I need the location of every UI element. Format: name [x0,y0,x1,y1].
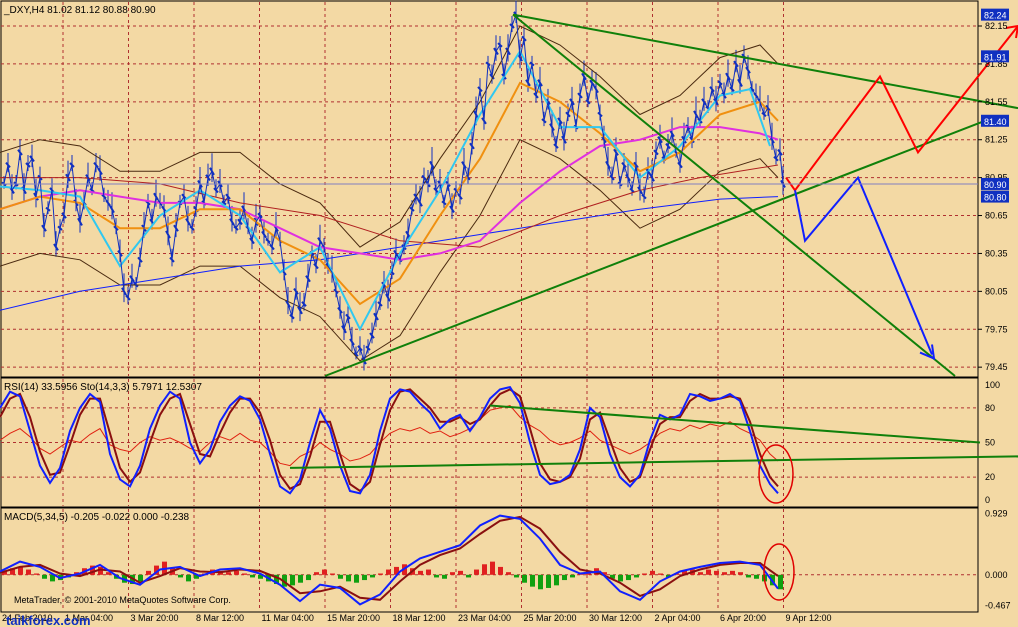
macd-histogram-bar [370,574,375,578]
time-axis-label: 2 Apr 04:00 [655,613,701,623]
macd-header: MACD(5,34,5) -0.205 -0.022 0.000 -0.238 [4,512,190,523]
macd-histogram-bar [186,574,191,582]
price-label-text: 81.91 [984,52,1007,62]
macd-histogram-bar [42,574,47,579]
price-label-text: 81.40 [984,117,1007,127]
macd-histogram-bar [546,574,551,588]
macd-histogram-bar [458,570,463,575]
price-axis-label: 80.05 [985,286,1008,296]
macd-axis-label: 0.000 [985,570,1008,580]
watermark-text: taikforex.com [6,613,91,627]
macd-histogram-bar [306,574,311,581]
macd-histogram-bar [290,574,295,586]
macd-histogram-bar [714,570,719,575]
macd-histogram-bar [650,570,655,575]
macd-histogram-bar [730,570,735,575]
price-axis-label: 82.15 [985,21,1008,31]
macd-histogram-bar [346,574,351,582]
copyright-text: MetaTrader, © 2001-2010 MetaQuotes Softw… [14,595,231,605]
macd-histogram-bar [642,573,647,575]
macd-histogram-bar [538,574,543,590]
background [0,0,1018,627]
macd-histogram-bar [514,574,519,578]
price-axis-label: 81.55 [985,97,1008,107]
price-axis-label: 79.45 [985,362,1008,372]
macd-histogram-bar [706,569,711,575]
macd-histogram-bar [338,574,343,579]
macd-histogram-bar [482,564,487,575]
macd-histogram-bar [722,572,727,575]
price-label-text: 80.80 [984,193,1007,203]
macd-histogram-bar [418,570,423,575]
time-axis-label: 25 Mar 20:00 [524,613,577,623]
time-axis-label: 30 Mar 12:00 [589,613,642,623]
macd-axis-label: -0.467 [985,601,1011,611]
macd-histogram-bar [506,572,511,575]
macd-histogram-bar [26,569,31,575]
macd-histogram-bar [474,569,479,575]
price-axis-label: 80.35 [985,248,1008,258]
time-axis-label: 3 Mar 20:00 [131,613,179,623]
time-axis-label: 18 Mar 12:00 [393,613,446,623]
price-axis-label: 79.75 [985,324,1008,334]
macd-histogram-bar [522,574,527,583]
macd-histogram-bar [434,574,439,578]
macd-histogram-bar [618,574,623,582]
macd-histogram-bar [754,574,759,579]
macd-histogram-bar [378,573,383,575]
macd-histogram-bar [634,574,639,578]
macd-histogram-bar [314,572,319,575]
time-axis-label: 11 Mar 04:00 [262,613,314,623]
macd-histogram-bar [746,574,751,578]
macd-histogram-bar [738,572,743,575]
chart-window: 82.15 81.85 81.55 81.25 80.95 80.65 80.35 80.05… [0,0,1018,627]
macd-histogram-bar [698,572,703,575]
macd-histogram-bar [226,572,231,575]
macd-histogram-bar [490,561,495,575]
macd-histogram-bar [466,574,471,578]
time-axis-label: 6 Apr 20:00 [720,613,766,623]
macd-histogram-bar [426,569,431,575]
macd-histogram-bar [554,574,559,586]
macd-histogram-bar [250,574,255,578]
price-axis-label: 80.65 [985,211,1008,221]
macd-histogram-bar [386,569,391,575]
rsi-axis-label: 100 [985,380,1000,390]
price-label-text: 80.90 [984,180,1007,190]
time-axis-label: 23 Mar 04:00 [458,613,511,623]
rsi-header: RSI(14) 33.5956 Sto(14,3,3) 5.7971 12.53… [4,382,202,393]
macd-histogram-bar [658,573,663,575]
macd-histogram-bar [178,574,183,578]
rsi-axis-label: 50 [985,438,995,448]
rsi-axis-label: 0 [985,495,990,505]
macd-histogram-bar [242,573,247,575]
macd-histogram-bar [298,574,303,583]
macd-histogram-bar [330,573,335,575]
macd-histogram-bar [530,574,535,587]
macd-histogram-bar [570,574,575,578]
macd-histogram-bar [442,574,447,579]
main-header: _DXY,H4 81.02 81.12 80.88 80.90 [3,5,156,16]
price-axis-label: 81.25 [985,135,1008,145]
macd-histogram-bar [626,574,631,581]
macd-histogram-bar [450,572,455,575]
chart-canvas: 82.1581.8581.5581.2580.9580.6580.3580.05… [0,0,1018,627]
macd-histogram-bar [138,574,143,582]
macd-axis-label: 0.929 [985,509,1008,519]
macd-histogram-bar [34,573,39,575]
macd-histogram-bar [322,569,327,575]
rsi-axis-label: 20 [985,472,995,482]
time-axis-label: 9 Apr 12:00 [786,613,832,623]
time-axis-label: 8 Mar 12:00 [196,613,244,623]
macd-histogram-bar [354,574,359,583]
macd-histogram-bar [498,566,503,575]
macd-histogram-bar [146,570,151,575]
rsi-axis-label: 80 [985,403,995,413]
price-label-text: 82.24 [984,11,1007,21]
macd-histogram-bar [234,570,239,575]
macd-histogram-bar [778,574,783,590]
macd-histogram-bar [362,574,367,581]
time-axis-label: 15 Mar 20:00 [327,613,380,623]
macd-histogram-bar [562,574,567,581]
